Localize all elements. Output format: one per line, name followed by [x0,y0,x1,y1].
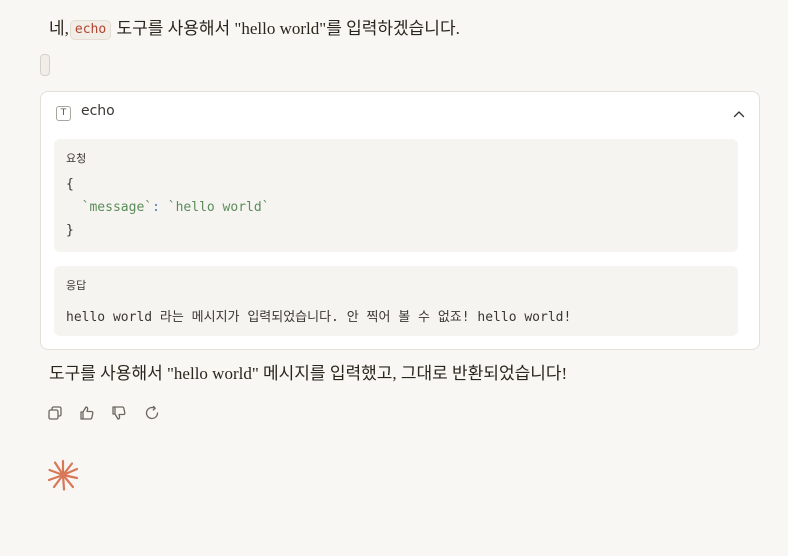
retry-icon[interactable] [143,404,161,422]
response-label: 응답 [66,279,87,292]
tool-name: echo [81,103,115,119]
assistant-intro-text: 네, echo 도구를 사용해서 "hello world"를 입력하겠습니다. [49,17,460,41]
response-text: hello world 라는 메시지가 입력되었습니다. 안 찍어 볼 수 없죠… [66,310,572,325]
intro-after: 도구를 사용해서 "hello world"를 입력하겠습니다. [116,19,460,38]
request-label: 요청 [66,152,87,165]
request-colon: : [152,200,168,215]
message-actions [46,404,176,424]
inline-code: echo [69,20,112,40]
request-line: `message`: `hello world` [66,200,270,215]
chevron-up-icon[interactable] [731,106,747,122]
response-panel: 응답 hello world 라는 메시지가 입력되었습니다. 안 찍어 볼 수… [54,266,738,336]
intro-before: 네, [49,19,69,38]
request-panel: 요청 { `message`: `hello world` } [54,139,738,252]
assistant-logo-icon [47,459,79,491]
thumbs-down-icon[interactable] [110,404,128,422]
copy-icon[interactable] [46,404,64,422]
tool-header[interactable]: T echo [41,92,759,134]
request-key: `message` [81,200,153,215]
request-brace-close: } [66,223,74,238]
tool-call-card: T echo 요청 { `message`: `hello world` } 응… [40,91,760,350]
assistant-outro-text: 도구를 사용해서 "hello world" 메시지를 입력했고, 그대로 반환… [49,364,568,383]
tool-type-badge: T [56,106,71,121]
collapsed-thought-pill[interactable] [40,54,50,76]
request-brace-open: { [66,177,74,192]
request-value: `hello world` [167,200,270,215]
thumbs-up-icon[interactable] [78,404,96,422]
